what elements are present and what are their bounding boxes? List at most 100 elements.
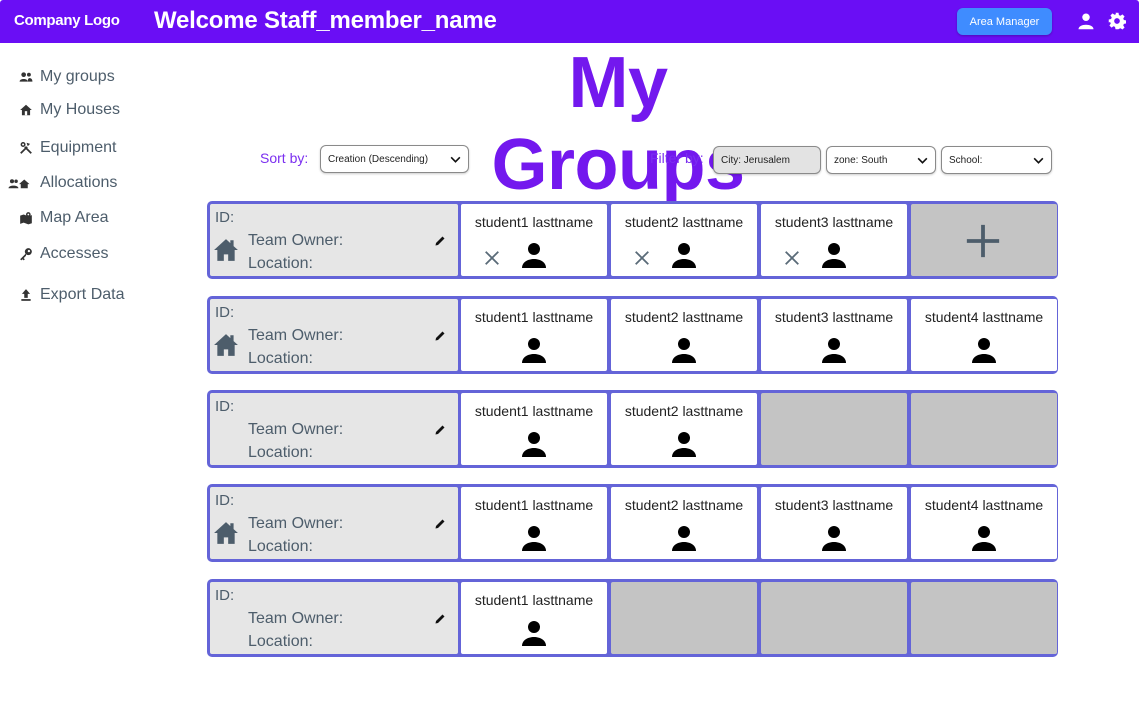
remove-student-icon[interactable] [633,249,651,267]
group-info: ID: Team Owner: Location: [210,393,458,465]
person-icon [972,526,996,551]
filter-city-chip[interactable]: City: Jerusalem [713,146,821,174]
sidebar-item-label: Map Area [40,209,109,226]
top-bar: Company Logo Welcome Staff_member_name A… [0,0,1139,43]
sort-select[interactable]: Creation (Descending) [320,145,469,173]
team-owner-label: Team Owner: [248,610,344,627]
location-label: Location: [248,538,313,555]
student-name: student1 lasttname [474,309,594,325]
tools-icon [0,141,40,155]
person-icon [522,243,546,268]
sidebar-item-accesses[interactable]: Accesses [0,242,108,266]
student-name: student2 lasttname [624,309,744,325]
student-card[interactable]: student3 lasttname [761,299,907,371]
house-icon [214,239,238,261]
empty-slot [611,582,757,654]
house-icon [214,334,238,356]
sidebar-item-allocations[interactable]: Allocations [0,171,117,195]
remove-student-icon[interactable] [783,249,801,267]
location-label: Location: [248,444,313,461]
group-info: ID: Team Owner: Location: [210,299,458,371]
group-id-label: ID: [215,492,235,509]
gear-icon[interactable] [1108,12,1126,30]
group-row: ID: Team Owner: Location: student1 lasttnam… [207,579,1058,657]
student-card[interactable]: student3 lasttname [761,487,907,559]
empty-slot [911,393,1057,465]
student-card[interactable]: student3 lasttname [761,204,907,276]
pencil-icon[interactable] [434,330,446,342]
student-name: student3 lasttname [774,497,894,513]
pencil-icon[interactable] [434,424,446,436]
map-icon [0,211,40,225]
page-title: My Groups [491,43,745,205]
sidebar-item-label: Accesses [40,245,109,262]
student-card[interactable]: student1 lasttname [461,299,607,371]
student-card[interactable]: student2 lasttname [611,204,757,276]
sidebar-item-my-groups[interactable]: My groups [0,65,115,89]
add-student-button[interactable] [911,204,1057,276]
pencil-icon[interactable] [434,518,446,530]
student-name: student1 lasttname [474,497,594,513]
sort-select-value: Creation (Descending) [328,153,429,165]
student-name: student3 lasttname [774,214,894,230]
student-card[interactable]: student2 lasttname [611,393,757,465]
filter-city-value: City: Jerusalem [721,154,790,166]
group-info: ID: Team Owner: Location: [210,487,458,559]
person-icon [822,243,846,268]
student-name: student4 lasttname [924,309,1044,325]
pencil-icon[interactable] [434,235,446,247]
user-icon[interactable] [1077,12,1095,30]
person-icon [672,432,696,457]
person-icon [522,526,546,551]
chevron-down-icon [917,157,928,164]
sidebar-item-label: My Houses [40,101,121,118]
student-name: student2 lasttname [624,403,744,419]
student-card[interactable]: student1 lasttname [461,393,607,465]
student-card[interactable]: student2 lasttname [611,487,757,559]
sidebar-item-my-houses[interactable]: My Houses [0,98,120,122]
sidebar-item-label: Allocations [40,174,118,191]
sidebar-item-export-data[interactable]: Export Data [0,283,124,307]
person-icon [522,432,546,457]
plus-icon [966,224,1000,258]
student-card[interactable]: student1 lasttname [461,487,607,559]
group-info: ID: Team Owner: Location: [210,204,458,276]
home-icon [0,103,40,117]
upload-icon [0,288,40,302]
area-manager-button[interactable]: Area Manager [957,8,1052,35]
person-icon [672,243,696,268]
location-label: Location: [248,350,313,367]
student-card[interactable]: student4 lasttname [911,487,1057,559]
empty-slot [761,393,907,465]
allocation-icon [0,176,40,190]
group-id-label: ID: [215,304,235,321]
student-card[interactable]: student4 lasttname [911,299,1057,371]
sidebar-item-label: Equipment [40,139,117,156]
pencil-icon[interactable] [434,613,446,625]
sidebar-item-label: My groups [40,68,115,85]
group-info: ID: Team Owner: Location: [210,582,458,654]
student-name: student1 lasttname [474,592,594,608]
filter-zone-select[interactable]: zone: South [826,146,936,174]
student-card[interactable]: student1 lasttname [461,204,607,276]
group-row: ID: Team Owner: Location: student1 lasttnam… [207,484,1058,562]
student-name: student1 lasttname [474,403,594,419]
person-icon [522,338,546,363]
group-icon [0,70,40,84]
empty-slot [911,582,1057,654]
student-card[interactable]: student2 lasttname [611,299,757,371]
company-logo[interactable]: Company Logo [14,12,120,29]
filter-school-select[interactable]: School: [941,146,1052,174]
group-row: ID: Team Owner: Location: student1 lasttnam… [207,296,1058,374]
team-owner-label: Team Owner: [248,421,344,438]
student-name: student3 lasttname [774,309,894,325]
chevron-down-icon [1033,157,1044,164]
student-card[interactable]: student1 lasttname [461,582,607,654]
sidebar-item-equipment[interactable]: Equipment [0,136,117,160]
sidebar-item-map-area[interactable]: Map Area [0,206,108,230]
remove-student-icon[interactable] [483,249,501,267]
chevron-down-icon [450,156,461,163]
person-icon [822,526,846,551]
person-icon [672,338,696,363]
student-name: student4 lasttname [924,497,1044,513]
